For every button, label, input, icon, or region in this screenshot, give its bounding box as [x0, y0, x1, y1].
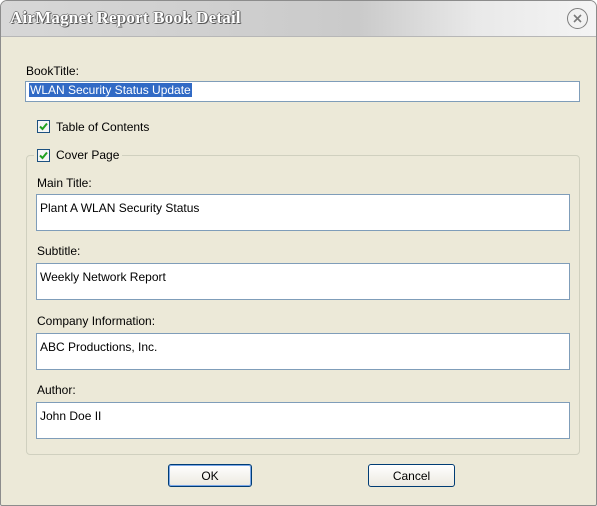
- company-information-value: ABC Productions, Inc.: [40, 340, 158, 354]
- close-icon: [573, 14, 582, 23]
- author-label: Author:: [37, 383, 76, 397]
- subtitle-value: Weekly Network Report: [40, 270, 166, 284]
- book-title-input[interactable]: WLAN Security Status Update: [25, 81, 580, 102]
- close-button[interactable]: [567, 8, 588, 29]
- cancel-button[interactable]: Cancel: [368, 464, 455, 487]
- checkmark-icon: [39, 122, 48, 131]
- dialog-window: AirMagnet Report Book Detail BookTitle: …: [0, 0, 597, 506]
- main-title-input[interactable]: Plant A WLAN Security Status: [36, 194, 570, 231]
- main-title-label: Main Title:: [37, 176, 92, 190]
- table-of-contents-label: Table of Contents: [56, 120, 150, 134]
- ok-button[interactable]: OK: [168, 464, 252, 487]
- window-title: AirMagnet Report Book Detail: [10, 8, 241, 27]
- company-information-input[interactable]: ABC Productions, Inc.: [36, 333, 570, 370]
- subtitle-input[interactable]: Weekly Network Report: [36, 263, 570, 300]
- book-title-label: BookTitle:: [26, 64, 79, 78]
- cover-page-checkbox[interactable]: [37, 149, 50, 162]
- book-title-value: WLAN Security Status Update: [29, 83, 192, 97]
- company-information-label: Company Information:: [37, 314, 156, 328]
- checkmark-icon: [39, 151, 48, 160]
- subtitle-label: Subtitle:: [37, 244, 81, 258]
- author-value: John Doe II: [40, 409, 102, 423]
- author-input[interactable]: John Doe II: [36, 402, 570, 439]
- table-of-contents-checkbox[interactable]: [37, 120, 50, 133]
- title-bar[interactable]: AirMagnet Report Book Detail: [1, 1, 596, 37]
- cover-page-label: Cover Page: [56, 148, 120, 162]
- main-title-value: Plant A WLAN Security Status: [40, 201, 200, 215]
